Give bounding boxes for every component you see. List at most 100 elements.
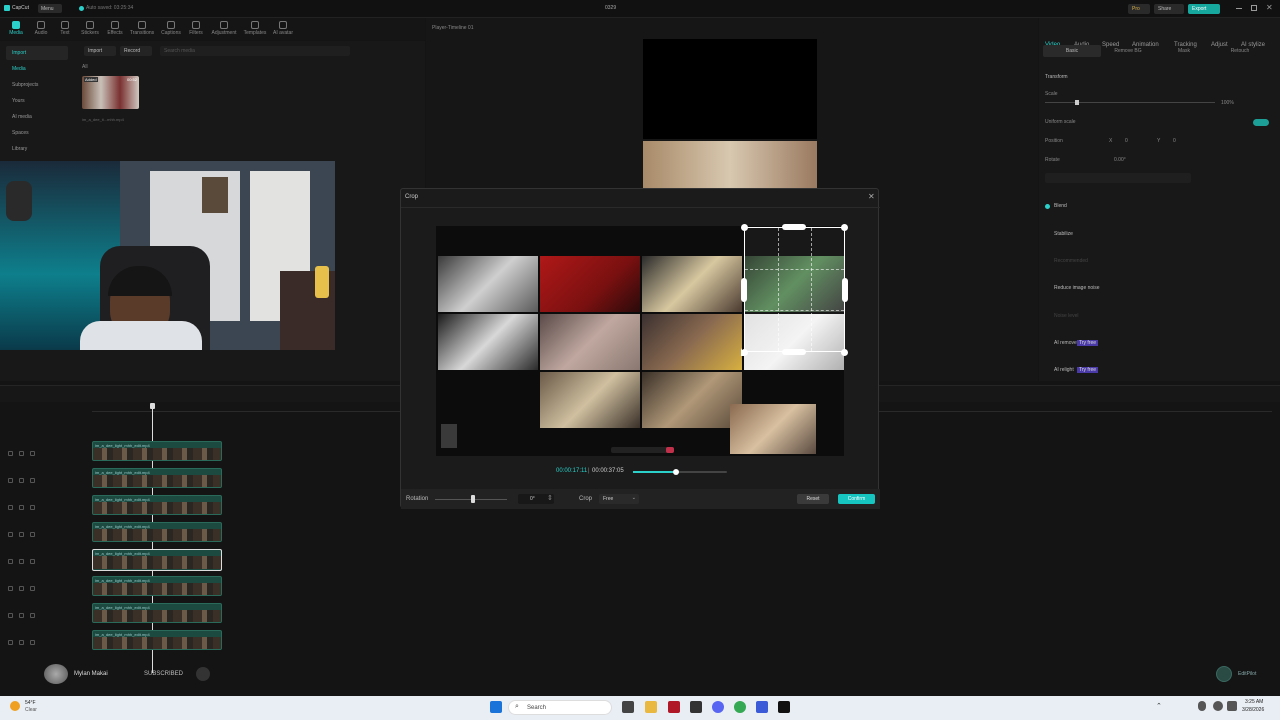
- track-controls[interactable]: [8, 478, 63, 486]
- scale-slider[interactable]: [1045, 102, 1215, 103]
- record-button[interactable]: Record: [120, 46, 152, 56]
- timeline-clip[interactable]: im_a_dee_light_mhh_edit.mp4: [92, 495, 222, 515]
- timeline-clip[interactable]: im_a_dee_light_mhh_edit.mp4: [92, 441, 222, 461]
- playhead-handle[interactable]: [150, 403, 155, 409]
- subscribed-label[interactable]: SUBSCRIBED: [144, 671, 183, 677]
- seek-bar-thumb[interactable]: [673, 469, 680, 475]
- tool-transitions[interactable]: Transitions: [129, 18, 155, 40]
- crop-handle-top[interactable]: [782, 224, 806, 230]
- crop-handle-right[interactable]: [842, 278, 848, 302]
- taskbar-search[interactable]: ⌕ Search: [508, 700, 612, 715]
- rotation-stepper-icon[interactable]: ⇕: [547, 494, 553, 502]
- track-controls[interactable]: [8, 532, 63, 540]
- crop-corner-bottom-right[interactable]: [841, 349, 848, 356]
- sidebar-item-spaces[interactable]: Spaces: [6, 126, 68, 140]
- timeline-clip[interactable]: im_a_dee_light_mhh_edit.mp4: [92, 576, 222, 596]
- windows-start-icon[interactable]: [490, 701, 502, 713]
- tool-effects[interactable]: Effects: [102, 18, 128, 40]
- wifi-icon[interactable]: [1213, 701, 1223, 711]
- sidebar-item-media[interactable]: Media: [6, 62, 68, 76]
- subtab-retouch[interactable]: Retouch: [1211, 45, 1269, 57]
- minimize-icon[interactable]: [1236, 8, 1242, 9]
- timeline-clip[interactable]: im_a_dee_light_mhh_edit.mp4: [92, 522, 222, 542]
- track-controls[interactable]: [8, 640, 63, 648]
- sidebar-item-ai-media[interactable]: AI media: [6, 110, 68, 124]
- rotate-value[interactable]: 0.00°: [1114, 157, 1126, 163]
- subtab-mask[interactable]: Mask: [1155, 45, 1213, 57]
- track-controls[interactable]: [8, 505, 63, 513]
- uniform-scale-toggle[interactable]: [1253, 119, 1269, 126]
- crop-handle-bottom[interactable]: [782, 349, 806, 355]
- position-x-field[interactable]: 0: [1125, 138, 1128, 144]
- timeline-clip[interactable]: im_a_dee_light_mhh_edit.mp4: [92, 630, 222, 650]
- weather-icon[interactable]: [10, 701, 20, 711]
- weather-temp[interactable]: 54°F: [25, 700, 36, 706]
- scale-value[interactable]: 100%: [1221, 100, 1234, 106]
- track-controls[interactable]: [8, 559, 63, 567]
- time-total: 00:00:37:05: [592, 468, 624, 474]
- maximize-icon[interactable]: [1251, 5, 1257, 11]
- menu-button[interactable]: Menu: [38, 4, 62, 13]
- subtab-remove-bg[interactable]: Remove BG: [1099, 45, 1157, 57]
- sidebar-item-yours[interactable]: Yours: [6, 94, 68, 108]
- import-button[interactable]: Import: [84, 46, 116, 56]
- filter-all[interactable]: All: [82, 64, 88, 70]
- media-thumbnail[interactable]: Added 00:52: [82, 76, 139, 109]
- bell-icon[interactable]: [196, 667, 210, 681]
- app-icon[interactable]: [756, 701, 768, 713]
- crop-handle-left[interactable]: [741, 278, 747, 302]
- sidebar-item-library[interactable]: Library: [6, 142, 68, 156]
- align-buttons[interactable]: [1045, 173, 1191, 183]
- search-input[interactable]: Search media: [160, 46, 350, 56]
- sidebar-item-subprojects[interactable]: Subprojects: [6, 78, 68, 92]
- app-icon[interactable]: [668, 701, 680, 713]
- seek-bar[interactable]: [633, 469, 727, 475]
- track-controls[interactable]: [8, 613, 63, 621]
- clock-time[interactable]: 3:25 AM: [1245, 699, 1263, 705]
- file-explorer-icon[interactable]: [645, 701, 657, 713]
- timeline-clip[interactable]: im_a_dee_light_mhh_edit.mp4: [92, 603, 222, 623]
- position-y-field[interactable]: 0: [1173, 138, 1176, 144]
- volume-icon[interactable]: [1227, 701, 1237, 711]
- capcut-taskbar-icon[interactable]: [778, 701, 790, 713]
- pro-button[interactable]: Pro: [1128, 4, 1150, 14]
- close-dialog-icon[interactable]: ✕: [868, 192, 875, 201]
- close-icon[interactable]: ✕: [1266, 3, 1273, 12]
- microphone-icon[interactable]: [1198, 701, 1206, 711]
- rotation-slider-thumb[interactable]: [471, 495, 475, 503]
- tool-filters[interactable]: Filters: [183, 18, 209, 40]
- subtab-basic[interactable]: Basic: [1043, 45, 1101, 57]
- blend-check-icon[interactable]: [1045, 204, 1050, 209]
- crop-frame[interactable]: [744, 227, 845, 352]
- scale-slider-thumb[interactable]: [1075, 100, 1079, 105]
- track-controls[interactable]: [8, 451, 63, 459]
- tool-templates[interactable]: Templates: [242, 18, 268, 40]
- timeline-clip[interactable]: im_a_dee_light_mhh_edit.mp4: [92, 468, 222, 488]
- track-controls[interactable]: [8, 586, 63, 594]
- confirm-button[interactable]: Confirm: [838, 494, 875, 504]
- position-y-axis: Y: [1157, 138, 1161, 144]
- timeline-clip-selected[interactable]: im_a_dee_light_mhh_edit.mp4: [92, 549, 222, 571]
- chevron-up-icon[interactable]: ⌃: [1156, 702, 1162, 710]
- crop-ratio-dropdown[interactable]: Free ⌄: [599, 494, 639, 504]
- tool-media[interactable]: Media: [3, 18, 29, 40]
- reset-button[interactable]: Reset: [797, 494, 829, 504]
- task-view-icon[interactable]: [622, 701, 634, 713]
- tool-stickers[interactable]: Stickers: [77, 18, 103, 40]
- clock-date[interactable]: 3/28/2026: [1242, 707, 1264, 713]
- share-button[interactable]: Share: [1154, 4, 1184, 14]
- app-icon[interactable]: [690, 701, 702, 713]
- export-button[interactable]: Export: [1188, 4, 1220, 14]
- tool-audio[interactable]: Audio: [28, 18, 54, 40]
- crop-corner-top-left[interactable]: [741, 224, 748, 231]
- crop-corner-top-right[interactable]: [841, 224, 848, 231]
- weather-desc[interactable]: Clear: [25, 707, 37, 713]
- title-bar: CapCut Menu Auto saved: 03:25:34 0329 Pr…: [0, 0, 1280, 18]
- tool-adjustment[interactable]: Adjustment: [211, 18, 237, 40]
- sidebar-item-import[interactable]: Import: [6, 46, 68, 60]
- discord-icon[interactable]: [712, 701, 724, 713]
- tool-captions[interactable]: Captions: [158, 18, 184, 40]
- chrome-icon[interactable]: [734, 701, 746, 713]
- tool-text[interactable]: Text: [52, 18, 78, 40]
- tool-ai-avatar[interactable]: AI avatar: [270, 18, 296, 40]
